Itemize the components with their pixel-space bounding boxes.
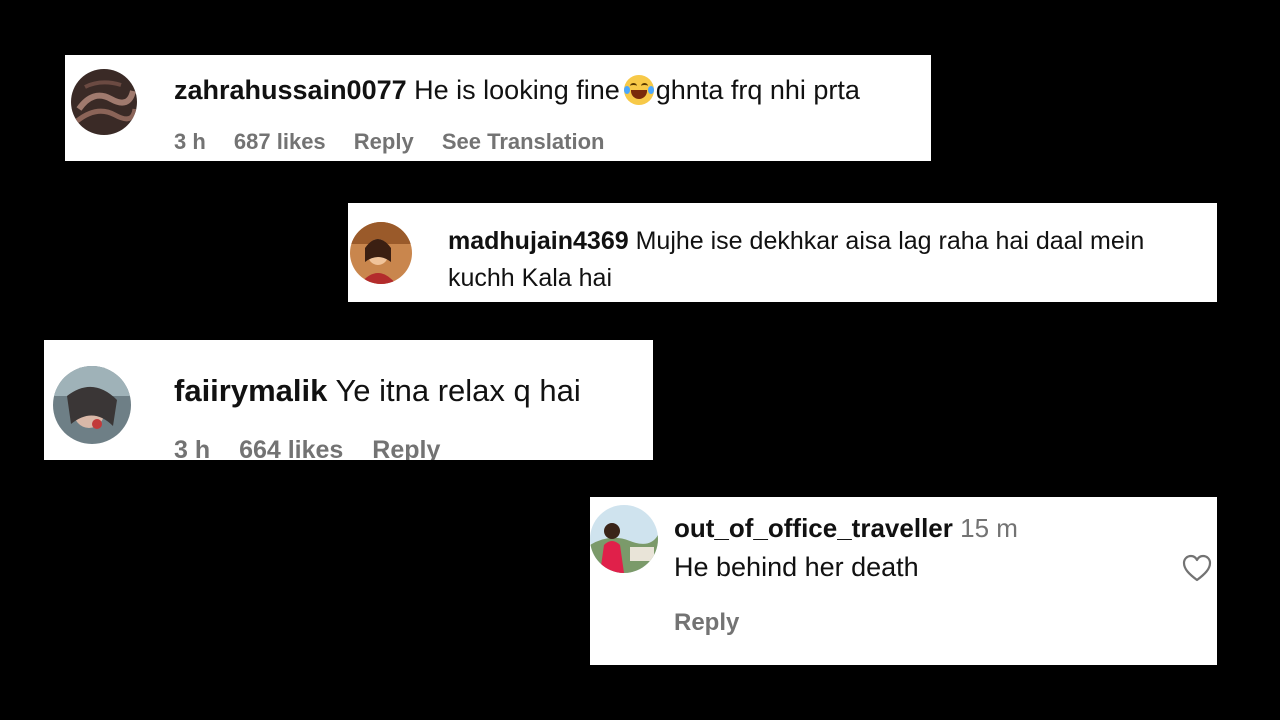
comment-username[interactable]: out_of_office_traveller [674, 513, 953, 543]
comment-username[interactable]: faiirymalik [174, 373, 327, 408]
comment-card-faiirymalik: faiirymalik Ye itna relax q hai 3 h 664 … [44, 340, 653, 460]
comment-likes[interactable]: 664 likes [239, 436, 343, 460]
avatar[interactable] [53, 366, 131, 444]
comment-header-line: out_of_office_traveller 15 m [674, 513, 1018, 544]
comment-text: Mujhe ise dekhkar aisa lag raha hai daal… [635, 227, 1145, 255]
comment-time: 15 m [960, 513, 1018, 543]
comment-meta: 3 h 664 likes Reply [174, 436, 462, 460]
comment-card-zahrahussain0077: zahrahussain0077 He is looking fine ghnta… [65, 55, 931, 161]
comment-username[interactable]: madhujain4369 [448, 227, 629, 255]
comment-time: 3 h [174, 129, 206, 154]
comment-username[interactable]: zahrahussain0077 [174, 75, 407, 105]
comment-text-line: madhujain4369 Mujhe ise dekhkar aisa lag… [448, 227, 1144, 256]
comment-card-madhujain4369: madhujain4369 Mujhe ise dekhkar aisa lag… [348, 203, 1217, 302]
comment-likes[interactable]: 687 likes [234, 129, 326, 154]
comment-text: He is looking fine [414, 75, 620, 105]
comment-card-out_of_office_traveller: out_of_office_traveller 15 m He behind h… [590, 497, 1217, 665]
reply-button[interactable]: Reply [372, 436, 440, 460]
see-translation-button[interactable]: See Translation [442, 129, 605, 154]
avatar[interactable] [71, 69, 137, 135]
comment-time: 3 h [174, 436, 211, 460]
avatar[interactable] [350, 222, 412, 284]
comment-text-line-2: kuchh Kala hai [448, 264, 613, 292]
reply-button[interactable]: Reply [674, 609, 739, 637]
face-with-tears-of-joy-icon [623, 75, 654, 105]
comment-text-continued: ghnta frq nhi prta [655, 75, 860, 105]
comment-text: He behind her death [674, 552, 919, 582]
comment-text-line: zahrahussain0077 He is looking fine ghnta… [174, 75, 860, 106]
heart-outline-icon[interactable] [1181, 553, 1213, 583]
avatar[interactable] [590, 505, 658, 573]
comment-text: Ye itna relax q hai [335, 373, 581, 408]
comment-meta: 3 h 687 likes Reply See Translation [174, 129, 626, 155]
reply-button[interactable]: Reply [354, 129, 414, 154]
comment-text-line: faiirymalik Ye itna relax q hai [174, 373, 581, 409]
